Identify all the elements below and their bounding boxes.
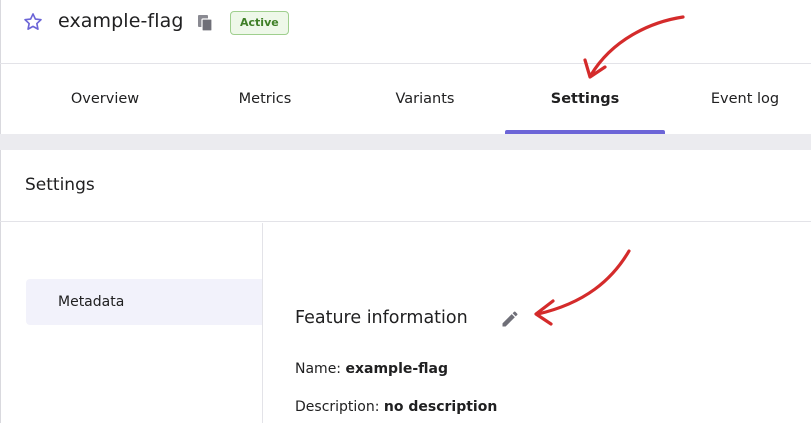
pencil-icon[interactable] <box>500 309 520 329</box>
flag-title: example-flag <box>58 10 184 32</box>
flag-header: example-flag Active <box>0 0 811 64</box>
tab-label: Event log <box>710 91 780 107</box>
status-badge: Active <box>230 11 289 35</box>
tab-metrics[interactable]: Metrics <box>185 64 345 134</box>
page-title: Settings <box>25 175 95 195</box>
description-label: Description: <box>295 399 380 415</box>
section-separator <box>0 134 811 150</box>
star-outline-icon[interactable] <box>22 11 44 33</box>
copy-icon[interactable] <box>197 14 213 32</box>
tab-event-log[interactable]: Event log <box>665 64 811 134</box>
tab-overview[interactable]: Overview <box>25 64 185 134</box>
tab-label: Overview <box>70 91 140 107</box>
settings-sidebar: Metadata <box>0 223 263 423</box>
tab-label: Variants <box>395 91 455 107</box>
description-value: no description <box>383 399 498 415</box>
arrow-to-edit-icon <box>534 249 631 326</box>
name-value: example-flag <box>345 361 449 377</box>
feature-name-row: Name: example-flag <box>295 361 448 377</box>
tab-settings[interactable]: Settings <box>505 64 665 134</box>
name-label: Name: <box>295 361 342 377</box>
sidebar-item-metadata[interactable]: Metadata <box>26 279 262 325</box>
section-title: Feature information <box>295 308 468 328</box>
settings-header: Settings <box>0 150 811 222</box>
feature-description-row: Description: no description <box>295 399 497 415</box>
tab-variants[interactable]: Variants <box>345 64 505 134</box>
tab-label: Settings <box>550 91 620 107</box>
tab-bar: Overview Metrics Variants Settings Event… <box>0 64 811 134</box>
tab-label: Metrics <box>238 91 292 107</box>
